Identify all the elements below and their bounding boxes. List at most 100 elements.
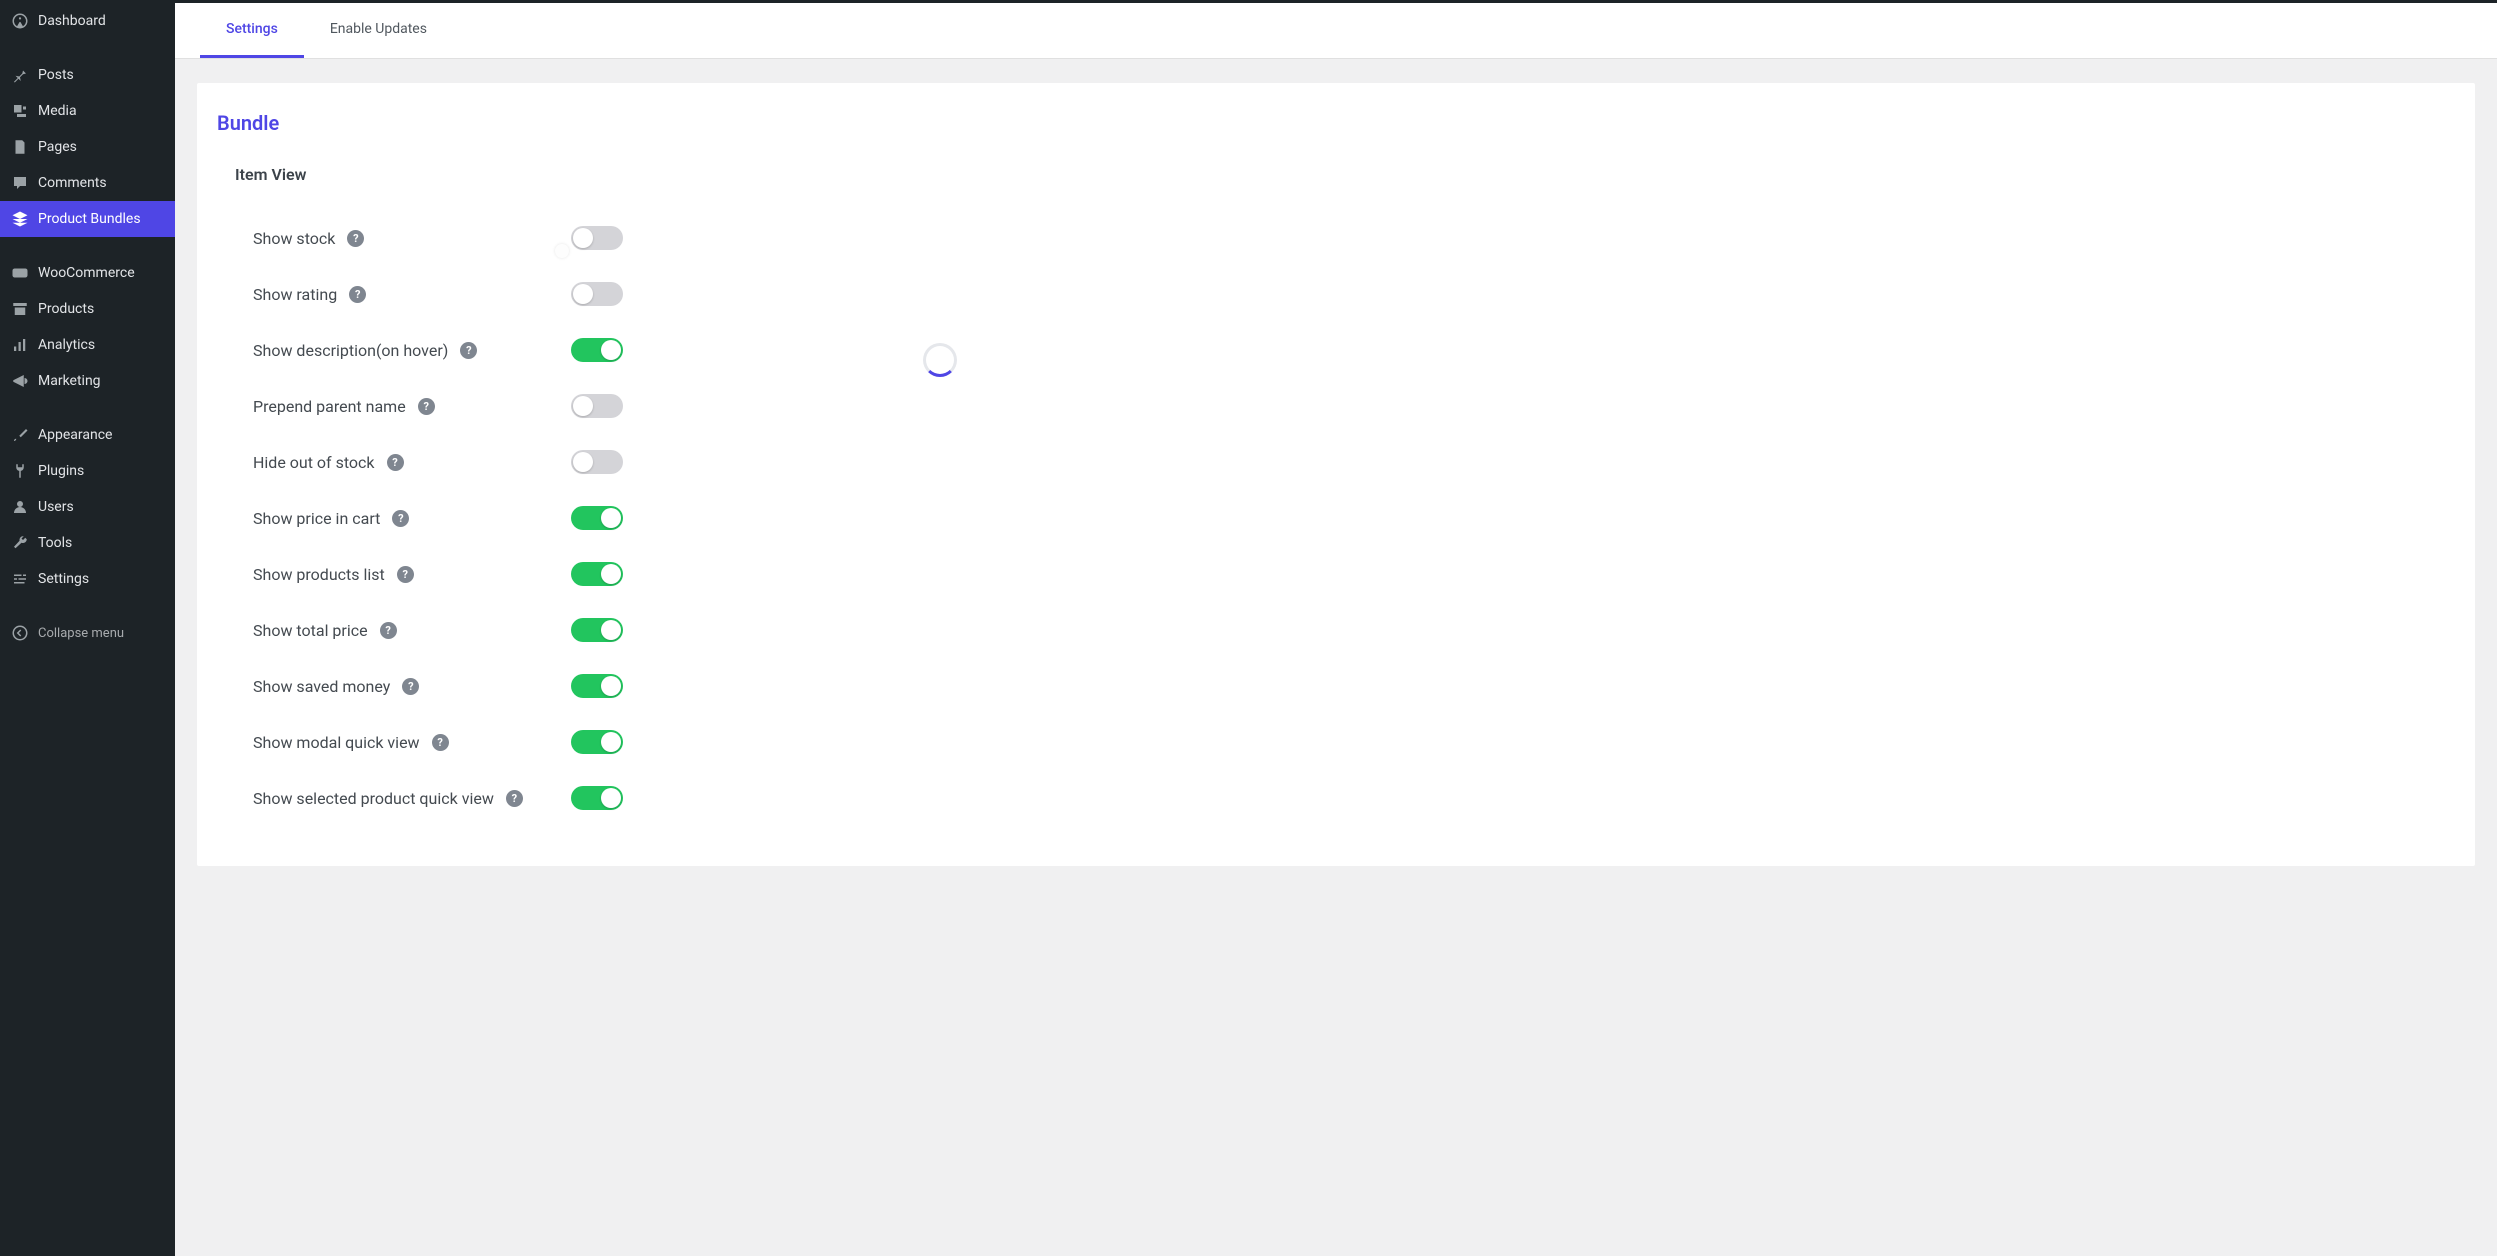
toggle-show-description-on-hover-[interactable]	[571, 338, 623, 362]
pin-icon	[10, 65, 30, 85]
sidebar-item-label: Settings	[38, 571, 165, 587]
tab-settings[interactable]: Settings	[200, 3, 304, 58]
setting-label: Show stock	[253, 229, 335, 248]
toggle-show-products-list[interactable]	[571, 562, 623, 586]
main-content: SettingsEnable Updates Bundle Item View …	[175, 3, 2497, 1256]
collapse-menu-button[interactable]: Collapse menu	[0, 615, 175, 651]
sidebar-item-label: Users	[38, 499, 165, 515]
sidebar-item-label: Analytics	[38, 337, 165, 353]
help-icon[interactable]: ?	[432, 734, 449, 751]
sidebar-item-tools[interactable]: Tools	[0, 525, 175, 561]
sidebar-item-posts[interactable]: Posts	[0, 57, 175, 93]
sidebar-item-appearance[interactable]: Appearance	[0, 417, 175, 453]
sidebar-item-analytics[interactable]: Analytics	[0, 327, 175, 363]
toggle-show-rating[interactable]	[571, 282, 623, 306]
sidebar-item-label: Appearance	[38, 427, 165, 443]
toggle-show-price-in-cart[interactable]	[571, 506, 623, 530]
toggle-knob	[573, 452, 593, 472]
setting-row: Show stock?	[253, 210, 2455, 266]
sidebar-item-label: Product Bundles	[38, 211, 165, 227]
sidebar-item-label: Products	[38, 301, 165, 317]
tab-bar: SettingsEnable Updates	[175, 3, 2497, 59]
sidebar-item-settings[interactable]: Settings	[0, 561, 175, 597]
setting-label: Hide out of stock	[253, 453, 375, 472]
toggle-knob	[601, 340, 621, 360]
sidebar-item-products[interactable]: Products	[0, 291, 175, 327]
setting-label: Prepend parent name	[253, 397, 406, 416]
help-icon[interactable]: ?	[506, 790, 523, 807]
setting-row: Show modal quick view?	[253, 714, 2455, 770]
sidebar-item-label: Tools	[38, 535, 165, 551]
help-icon[interactable]: ?	[392, 510, 409, 527]
user-icon	[10, 497, 30, 517]
help-icon[interactable]: ?	[349, 286, 366, 303]
sidebar-item-label: Dashboard	[38, 13, 165, 29]
sidebar-item-media[interactable]: Media	[0, 93, 175, 129]
toggle-knob	[601, 732, 621, 752]
setting-label: Show modal quick view	[253, 733, 420, 752]
page-icon	[10, 137, 30, 157]
sidebar-item-label: Posts	[38, 67, 165, 83]
toggle-knob	[601, 564, 621, 584]
settings-card: Bundle Item View Show stock?Show rating?…	[197, 83, 2475, 866]
sidebar-item-label: WooCommerce	[38, 265, 165, 281]
setting-row: Show total price?	[253, 602, 2455, 658]
sidebar-item-label: Media	[38, 103, 165, 119]
setting-row: Hide out of stock?	[253, 434, 2455, 490]
toggle-knob	[601, 620, 621, 640]
sidebar-item-users[interactable]: Users	[0, 489, 175, 525]
toggle-knob	[601, 676, 621, 696]
setting-label: Show products list	[253, 565, 385, 584]
setting-label: Show selected product quick view	[253, 789, 494, 808]
setting-label: Show price in cart	[253, 509, 380, 528]
section-title: Bundle	[217, 111, 2455, 135]
sidebar-item-comments[interactable]: Comments	[0, 165, 175, 201]
sidebar-item-woocommerce[interactable]: WooCommerce	[0, 255, 175, 291]
toggle-knob	[573, 284, 593, 304]
sliders-icon	[10, 569, 30, 589]
sidebar-item-label: Comments	[38, 175, 165, 191]
brush-icon	[10, 425, 30, 445]
help-icon[interactable]: ?	[347, 230, 364, 247]
setting-label: Show description(on hover)	[253, 341, 448, 360]
sidebar-item-product-bundles[interactable]: Product Bundles	[0, 201, 175, 237]
help-icon[interactable]: ?	[387, 454, 404, 471]
collapse-label: Collapse menu	[38, 626, 165, 641]
toggle-show-stock[interactable]	[571, 226, 623, 250]
toggle-prepend-parent-name[interactable]	[571, 394, 623, 418]
setting-row: Show saved money?	[253, 658, 2455, 714]
setting-row: Prepend parent name?	[253, 378, 2455, 434]
help-icon[interactable]: ?	[402, 678, 419, 695]
setting-row: Show selected product quick view?	[253, 770, 2455, 826]
woo-icon	[10, 263, 30, 283]
toggle-knob	[601, 788, 621, 808]
toggle-hide-out-of-stock[interactable]	[571, 450, 623, 474]
archive-icon	[10, 299, 30, 319]
setting-row: Show description(on hover)?	[253, 322, 2455, 378]
dashboard-icon	[10, 11, 30, 31]
admin-sidebar: Dashboard Posts Media Pages Comments Product …	[0, 3, 175, 1256]
marketing-icon	[10, 371, 30, 391]
help-icon[interactable]: ?	[418, 398, 435, 415]
help-icon[interactable]: ?	[460, 342, 477, 359]
toggle-knob	[601, 508, 621, 528]
layers-icon	[10, 209, 30, 229]
sidebar-item-marketing[interactable]: Marketing	[0, 363, 175, 399]
setting-row: Show rating?	[253, 266, 2455, 322]
wrench-icon	[10, 533, 30, 553]
plug-icon	[10, 461, 30, 481]
tab-enable-updates[interactable]: Enable Updates	[304, 3, 453, 58]
analytics-icon	[10, 335, 30, 355]
toggle-show-saved-money[interactable]	[571, 674, 623, 698]
collapse-icon	[10, 623, 30, 643]
sidebar-item-plugins[interactable]: Plugins	[0, 453, 175, 489]
loading-spinner-icon	[923, 343, 957, 377]
help-icon[interactable]: ?	[397, 566, 414, 583]
sidebar-item-dashboard[interactable]: Dashboard	[0, 3, 175, 39]
help-icon[interactable]: ?	[380, 622, 397, 639]
toggle-show-selected-product-quick-view[interactable]	[571, 786, 623, 810]
sidebar-item-pages[interactable]: Pages	[0, 129, 175, 165]
toggle-show-total-price[interactable]	[571, 618, 623, 642]
setting-label: Show saved money	[253, 677, 390, 696]
toggle-show-modal-quick-view[interactable]	[571, 730, 623, 754]
